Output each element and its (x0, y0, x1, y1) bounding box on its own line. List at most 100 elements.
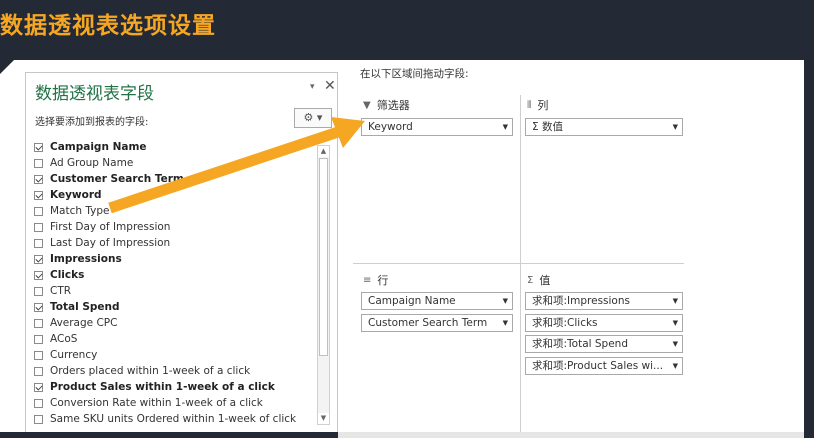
columns-icon: ⦀ (527, 99, 532, 111)
field-item[interactable]: Last Day of Impression (34, 235, 316, 251)
field-list: Campaign Name Ad Group Name Customer Searc… (34, 139, 316, 431)
gear-icon[interactable]: ⚙ ▾ (294, 108, 332, 128)
chevron-down-icon[interactable]: ▼ (673, 315, 678, 331)
scroll-up-icon[interactable]: ▲ (318, 146, 329, 157)
chip-label: Σ 数值 (532, 121, 563, 133)
field-label: Impressions (50, 253, 122, 265)
field-label: ACoS (50, 333, 78, 345)
field-item[interactable]: ACoS (34, 331, 316, 347)
field-label: Conversion Rate within 1-week of a click (50, 397, 263, 409)
field-checkbox[interactable] (34, 238, 43, 248)
field-label: Campaign Name (50, 141, 147, 153)
filter-icon: ▼ (363, 99, 371, 111)
columns-area-header: ⦀ 列 (527, 97, 548, 113)
rows-icon: ≡ (363, 274, 372, 286)
sigma-icon: Σ (527, 274, 534, 286)
rows-area-label: 行 (377, 274, 389, 287)
field-item[interactable]: Campaign Name (34, 139, 316, 155)
field-item[interactable]: Keyword (34, 187, 316, 203)
field-item[interactable]: Match Type (34, 203, 316, 219)
field-checkbox[interactable] (34, 334, 43, 344)
row-chip[interactable]: Campaign Name ▼ (361, 292, 513, 310)
field-checkbox[interactable] (34, 414, 43, 424)
field-checkbox[interactable] (34, 190, 43, 200)
bottom-strip-light (338, 432, 804, 438)
pane-title: 数据透视表字段 (35, 84, 154, 104)
field-checkbox[interactable] (34, 206, 43, 216)
field-label: Orders placed within 1-week of a click (50, 365, 251, 377)
field-checkbox[interactable] (34, 398, 43, 408)
chevron-down-icon[interactable]: ▼ (673, 358, 678, 374)
value-chip[interactable]: 求和项:Impressions ▼ (525, 292, 683, 310)
field-item[interactable]: Ad Group Name (34, 155, 316, 171)
field-checkbox[interactable] (34, 350, 43, 360)
field-label: Customer Search Term (50, 173, 184, 185)
field-checkbox[interactable] (34, 366, 43, 376)
filter-chip[interactable]: Keyword ▼ (361, 118, 513, 136)
chip-label: 求和项:Product Sales wi... (532, 360, 664, 372)
chip-label: 求和项:Impressions (532, 295, 630, 307)
chevron-down-icon[interactable]: ▼ (673, 293, 678, 309)
field-item[interactable]: Currency (34, 347, 316, 363)
field-label: Last Day of Impression (50, 237, 171, 249)
chip-label: Customer Search Term (368, 317, 488, 329)
chevron-down-icon[interactable]: ▼ (503, 315, 508, 331)
filters-area-header: ▼ 筛选器 (363, 97, 410, 113)
field-item[interactable]: Average CPC (34, 315, 316, 331)
field-label: Clicks (50, 269, 85, 281)
field-checkbox[interactable] (34, 174, 43, 184)
canvas-notch (0, 60, 14, 74)
field-list-scrollbar[interactable]: ▲ ▼ (317, 145, 330, 425)
scroll-down-icon[interactable]: ▼ (318, 413, 329, 424)
bottom-strip (0, 432, 814, 438)
scroll-thumb[interactable] (319, 158, 328, 356)
row-chip[interactable]: Customer Search Term ▼ (361, 314, 513, 332)
value-chip[interactable]: 求和项:Clicks ▼ (525, 314, 683, 332)
field-item[interactable]: CTR (34, 283, 316, 299)
field-checkbox[interactable] (34, 302, 43, 312)
value-chip[interactable]: 求和项:Total Spend ▼ (525, 335, 683, 353)
field-item[interactable]: Orders placed within 1-week of a click (34, 363, 316, 379)
field-label: Match Type (50, 205, 110, 217)
field-item[interactable]: Impressions (34, 251, 316, 267)
page-title: 数据透视表选项设置 (0, 13, 216, 39)
field-checkbox[interactable] (34, 318, 43, 328)
area-divider-horizontal (353, 263, 684, 264)
field-checkbox[interactable] (34, 382, 43, 392)
pane-options-chevron-down-icon[interactable]: ▾ (310, 82, 315, 92)
pane-close-icon[interactable]: ✕ (324, 78, 336, 94)
field-label: Keyword (50, 189, 102, 201)
field-label: Ad Group Name (50, 157, 134, 169)
field-checkbox[interactable] (34, 142, 43, 152)
chevron-down-icon[interactable]: ▼ (673, 119, 678, 135)
field-checkbox[interactable] (34, 286, 43, 296)
field-item[interactable]: Clicks (34, 267, 316, 283)
field-label: CTR (50, 285, 72, 297)
chevron-down-icon[interactable]: ▼ (503, 293, 508, 309)
chevron-down-icon[interactable]: ▼ (503, 119, 508, 135)
field-label: Currency (50, 349, 98, 361)
values-area-label: 值 (539, 274, 551, 287)
field-checkbox[interactable] (34, 254, 43, 264)
field-checkbox[interactable] (34, 158, 43, 168)
field-label: Average CPC (50, 317, 118, 329)
field-item[interactable]: Customer Search Term (34, 171, 316, 187)
column-chip[interactable]: Σ 数值 ▼ (525, 118, 683, 136)
areas-instruction: 在以下区域间拖动字段: (360, 68, 469, 80)
chip-label: Campaign Name (368, 295, 456, 307)
field-item[interactable]: Same SKU units Ordered within 1-week of … (34, 411, 316, 427)
field-item[interactable]: Conversion Rate within 1-week of a click (34, 395, 316, 411)
chip-label: 求和项:Total Spend (532, 338, 629, 350)
field-label: First Day of Impression (50, 221, 171, 233)
field-checkbox[interactable] (34, 222, 43, 232)
field-label: Same SKU units Ordered within 1-week of … (50, 413, 297, 425)
field-item[interactable]: First Day of Impression (34, 219, 316, 235)
chevron-down-icon[interactable]: ▼ (673, 336, 678, 352)
field-item[interactable]: Product Sales within 1-week of a click (34, 379, 316, 395)
rows-area-header: ≡ 行 (363, 272, 388, 288)
field-checkbox[interactable] (34, 270, 43, 280)
values-area-header: Σ 值 (527, 272, 550, 288)
chip-label: 求和项:Clicks (532, 317, 598, 329)
value-chip[interactable]: 求和项:Product Sales wi... ▼ (525, 357, 683, 375)
field-item[interactable]: Total Spend (34, 299, 316, 315)
